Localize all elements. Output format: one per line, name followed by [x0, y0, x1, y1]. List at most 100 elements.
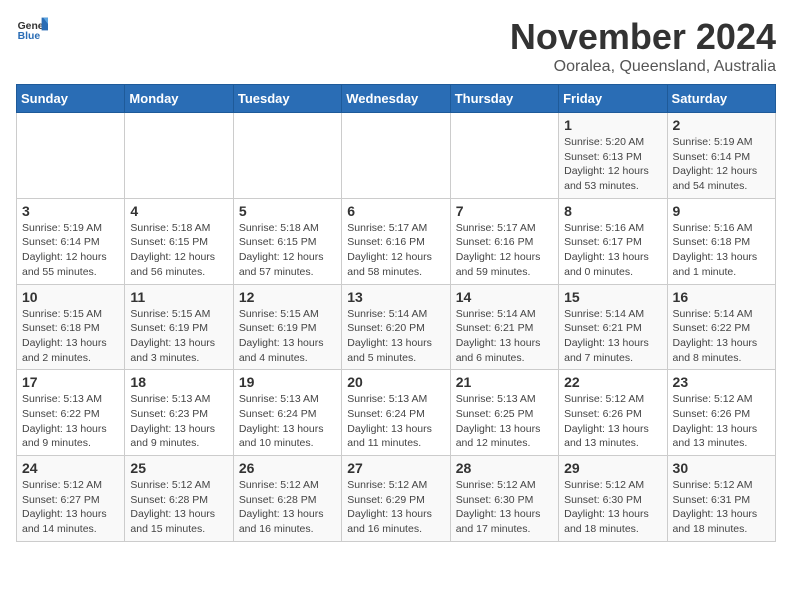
day-number: 24 [22, 460, 119, 476]
day-number: 18 [130, 374, 227, 390]
cell-info: Sunrise: 5:13 AM Sunset: 6:23 PM Dayligh… [130, 392, 227, 451]
calendar-cell: 24Sunrise: 5:12 AM Sunset: 6:27 PM Dayli… [17, 456, 125, 542]
calendar-cell: 20 Sunrise: 5:13 AM Sunset: 6:24 PM Dayli… [342, 370, 450, 456]
cell-info: Sunrise: 5:13 AM Sunset: 6:24 PM Dayligh… [347, 392, 444, 451]
calendar-cell: 23 Sunrise: 5:12 AM Sunset: 6:26 PM Dayli… [667, 370, 775, 456]
day-number: 28 [456, 460, 553, 476]
calendar-cell: 28Sunrise: 5:12 AM Sunset: 6:30 PM Dayli… [450, 456, 558, 542]
day-header-tuesday: Tuesday [233, 85, 341, 113]
calendar-cell: 8 Sunrise: 5:16 AM Sunset: 6:17 PM Daylig… [559, 198, 667, 284]
calendar-cell: 6Sunrise: 5:17 AM Sunset: 6:16 PM Daylig… [342, 198, 450, 284]
day-header-sunday: Sunday [17, 85, 125, 113]
calendar-cell: 19Sunrise: 5:13 AM Sunset: 6:24 PM Dayli… [233, 370, 341, 456]
day-number: 2 [673, 117, 770, 133]
cell-info: Sunrise: 5:18 AM Sunset: 6:15 PM Dayligh… [130, 221, 227, 280]
day-number: 20 [347, 374, 444, 390]
day-number: 26 [239, 460, 336, 476]
calendar-body: 1 Sunrise: 5:20 AM Sunset: 6:13 PM Daylig… [17, 113, 776, 542]
day-number: 10 [22, 289, 119, 305]
calendar-cell: 5Sunrise: 5:18 AM Sunset: 6:15 PM Daylig… [233, 198, 341, 284]
day-number: 25 [130, 460, 227, 476]
cell-info: Sunrise: 5:12 AM Sunset: 6:29 PM Dayligh… [347, 478, 444, 537]
calendar-cell: 25Sunrise: 5:12 AM Sunset: 6:28 PM Dayli… [125, 456, 233, 542]
calendar-cell [450, 113, 558, 199]
calendar-week-row: 10 Sunrise: 5:15 AM Sunset: 6:18 PM Dayli… [17, 284, 776, 370]
calendar-cell: 7 Sunrise: 5:17 AM Sunset: 6:16 PM Daylig… [450, 198, 558, 284]
calendar-cell: 16 Sunrise: 5:14 AM Sunset: 6:22 PM Dayli… [667, 284, 775, 370]
cell-info: Sunrise: 5:17 AM Sunset: 6:16 PM Dayligh… [347, 221, 444, 280]
calendar-cell: 14 Sunrise: 5:14 AM Sunset: 6:21 PM Dayli… [450, 284, 558, 370]
cell-info: Sunrise: 5:19 AM Sunset: 6:14 PM Dayligh… [22, 221, 119, 280]
day-number: 8 [564, 203, 661, 219]
location-title: Ooralea, Queensland, Australia [510, 58, 776, 76]
calendar-cell: 30 Sunrise: 5:12 AM Sunset: 6:31 PM Dayli… [667, 456, 775, 542]
calendar-cell: 26 Sunrise: 5:12 AM Sunset: 6:28 PM Dayli… [233, 456, 341, 542]
day-number: 23 [673, 374, 770, 390]
calendar-cell: 12 Sunrise: 5:15 AM Sunset: 6:19 PM Dayli… [233, 284, 341, 370]
calendar-cell: 13 Sunrise: 5:14 AM Sunset: 6:20 PM Dayli… [342, 284, 450, 370]
day-number: 27 [347, 460, 444, 476]
calendar-week-row: 17Sunrise: 5:13 AM Sunset: 6:22 PM Dayli… [17, 370, 776, 456]
cell-info: Sunrise: 5:14 AM Sunset: 6:21 PM Dayligh… [564, 307, 661, 366]
calendar-cell [17, 113, 125, 199]
cell-info: Sunrise: 5:12 AM Sunset: 6:30 PM Dayligh… [564, 478, 661, 537]
calendar-header-row: SundayMondayTuesdayWednesdayThursdayFrid… [17, 85, 776, 113]
cell-info: Sunrise: 5:13 AM Sunset: 6:24 PM Dayligh… [239, 392, 336, 451]
month-title: November 2024 [510, 16, 776, 58]
day-header-wednesday: Wednesday [342, 85, 450, 113]
day-number: 22 [564, 374, 661, 390]
cell-info: Sunrise: 5:12 AM Sunset: 6:28 PM Dayligh… [239, 478, 336, 537]
cell-info: Sunrise: 5:12 AM Sunset: 6:31 PM Dayligh… [673, 478, 770, 537]
cell-info: Sunrise: 5:14 AM Sunset: 6:20 PM Dayligh… [347, 307, 444, 366]
title-area: November 2024 Ooralea, Queensland, Austr… [510, 16, 776, 76]
day-number: 12 [239, 289, 336, 305]
calendar-table: SundayMondayTuesdayWednesdayThursdayFrid… [16, 84, 776, 542]
day-number: 7 [456, 203, 553, 219]
calendar-cell: 3 Sunrise: 5:19 AM Sunset: 6:14 PM Daylig… [17, 198, 125, 284]
calendar-cell: 2 Sunrise: 5:19 AM Sunset: 6:14 PM Daylig… [667, 113, 775, 199]
calendar-cell: 27 Sunrise: 5:12 AM Sunset: 6:29 PM Dayli… [342, 456, 450, 542]
cell-info: Sunrise: 5:13 AM Sunset: 6:25 PM Dayligh… [456, 392, 553, 451]
calendar-cell: 1 Sunrise: 5:20 AM Sunset: 6:13 PM Daylig… [559, 113, 667, 199]
calendar-cell: 18 Sunrise: 5:13 AM Sunset: 6:23 PM Dayli… [125, 370, 233, 456]
cell-info: Sunrise: 5:12 AM Sunset: 6:26 PM Dayligh… [673, 392, 770, 451]
calendar-cell: 9 Sunrise: 5:16 AM Sunset: 6:18 PM Daylig… [667, 198, 775, 284]
calendar-cell: 15 Sunrise: 5:14 AM Sunset: 6:21 PM Dayli… [559, 284, 667, 370]
calendar-cell: 11 Sunrise: 5:15 AM Sunset: 6:19 PM Dayli… [125, 284, 233, 370]
calendar-cell: 29 Sunrise: 5:12 AM Sunset: 6:30 PM Dayli… [559, 456, 667, 542]
day-number: 30 [673, 460, 770, 476]
day-header-saturday: Saturday [667, 85, 775, 113]
cell-info: Sunrise: 5:19 AM Sunset: 6:14 PM Dayligh… [673, 135, 770, 194]
day-number: 3 [22, 203, 119, 219]
day-header-monday: Monday [125, 85, 233, 113]
cell-info: Sunrise: 5:16 AM Sunset: 6:17 PM Dayligh… [564, 221, 661, 280]
calendar-cell: 10 Sunrise: 5:15 AM Sunset: 6:18 PM Dayli… [17, 284, 125, 370]
day-number: 15 [564, 289, 661, 305]
day-number: 29 [564, 460, 661, 476]
cell-info: Sunrise: 5:15 AM Sunset: 6:18 PM Dayligh… [22, 307, 119, 366]
logo: General Blue [16, 16, 48, 44]
calendar-week-row: 1 Sunrise: 5:20 AM Sunset: 6:13 PM Daylig… [17, 113, 776, 199]
day-number: 1 [564, 117, 661, 133]
day-number: 13 [347, 289, 444, 305]
cell-info: Sunrise: 5:16 AM Sunset: 6:18 PM Dayligh… [673, 221, 770, 280]
cell-info: Sunrise: 5:15 AM Sunset: 6:19 PM Dayligh… [239, 307, 336, 366]
calendar-cell [342, 113, 450, 199]
day-number: 9 [673, 203, 770, 219]
calendar-week-row: 3 Sunrise: 5:19 AM Sunset: 6:14 PM Daylig… [17, 198, 776, 284]
day-number: 14 [456, 289, 553, 305]
calendar-cell: 17Sunrise: 5:13 AM Sunset: 6:22 PM Dayli… [17, 370, 125, 456]
day-number: 5 [239, 203, 336, 219]
cell-info: Sunrise: 5:12 AM Sunset: 6:26 PM Dayligh… [564, 392, 661, 451]
calendar-cell: 21Sunrise: 5:13 AM Sunset: 6:25 PM Dayli… [450, 370, 558, 456]
cell-info: Sunrise: 5:15 AM Sunset: 6:19 PM Dayligh… [130, 307, 227, 366]
cell-info: Sunrise: 5:20 AM Sunset: 6:13 PM Dayligh… [564, 135, 661, 194]
calendar-week-row: 24Sunrise: 5:12 AM Sunset: 6:27 PM Dayli… [17, 456, 776, 542]
day-number: 16 [673, 289, 770, 305]
cell-info: Sunrise: 5:14 AM Sunset: 6:21 PM Dayligh… [456, 307, 553, 366]
day-number: 17 [22, 374, 119, 390]
logo-icon: General Blue [16, 16, 48, 44]
cell-info: Sunrise: 5:14 AM Sunset: 6:22 PM Dayligh… [673, 307, 770, 366]
day-number: 11 [130, 289, 227, 305]
cell-info: Sunrise: 5:17 AM Sunset: 6:16 PM Dayligh… [456, 221, 553, 280]
